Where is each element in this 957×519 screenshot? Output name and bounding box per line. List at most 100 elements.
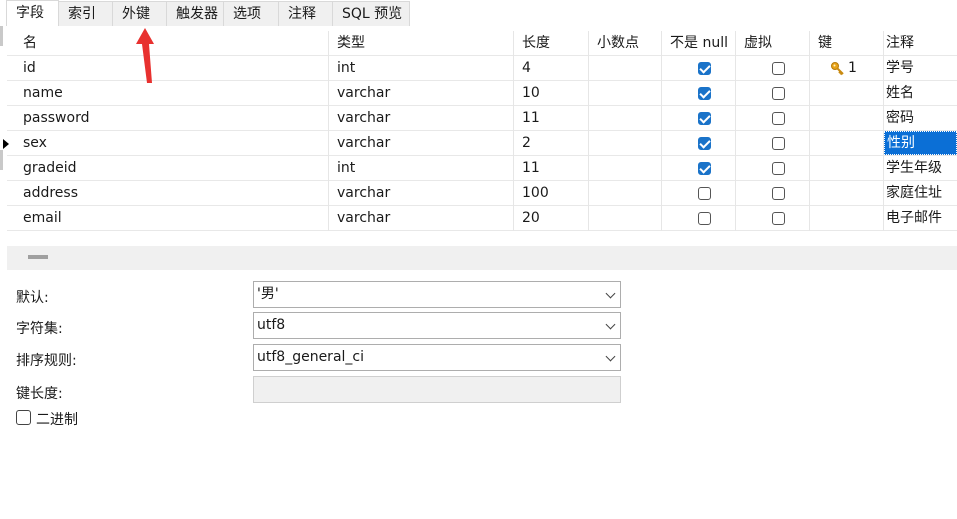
- key-cell[interactable]: [810, 131, 884, 156]
- header-name[interactable]: 名: [15, 31, 329, 56]
- field-comment-cell[interactable]: 姓名: [884, 81, 957, 106]
- header-virtual[interactable]: 虚拟: [736, 31, 810, 56]
- field-length-cell[interactable]: 11: [514, 156, 589, 181]
- key-cell[interactable]: [810, 181, 884, 206]
- field-length-cell[interactable]: 10: [514, 81, 589, 106]
- not-null-cell: [662, 181, 736, 206]
- tab-triggers[interactable]: 触发器: [167, 1, 224, 26]
- field-length-cell[interactable]: 11: [514, 106, 589, 131]
- tab-sql-preview[interactable]: SQL 预览: [333, 1, 410, 26]
- field-decimal-cell[interactable]: [589, 181, 662, 206]
- field-length-cell[interactable]: 100: [514, 181, 589, 206]
- field-type-cell[interactable]: varchar: [329, 206, 514, 231]
- not-null-checkbox[interactable]: [698, 187, 711, 200]
- field-decimal-cell[interactable]: [589, 81, 662, 106]
- field-decimal-cell[interactable]: [589, 131, 662, 156]
- field-type-cell[interactable]: varchar: [329, 181, 514, 206]
- field-name-cell[interactable]: gradeid: [15, 156, 329, 181]
- virtual-checkbox[interactable]: [772, 162, 785, 175]
- default-label: 默认:: [16, 290, 49, 306]
- default-value: '男': [257, 286, 279, 302]
- field-comment-cell[interactable]: 学号: [884, 56, 957, 81]
- key-cell[interactable]: [810, 206, 884, 231]
- virtual-cell: [736, 181, 810, 206]
- not-null-checkbox[interactable]: [698, 212, 711, 225]
- field-name-cell[interactable]: address: [15, 181, 329, 206]
- tab-indexes[interactable]: 索引: [59, 1, 113, 26]
- table-row[interactable]: email varchar 20 电子邮件: [7, 206, 957, 231]
- not-null-checkbox[interactable]: [698, 112, 711, 125]
- not-null-cell: [662, 206, 736, 231]
- field-length-cell[interactable]: 4: [514, 56, 589, 81]
- field-type-cell[interactable]: int: [329, 56, 514, 81]
- header-type[interactable]: 类型: [329, 31, 514, 56]
- charset-combo[interactable]: utf8: [253, 312, 621, 339]
- field-comment-cell[interactable]: 电子邮件: [884, 206, 957, 231]
- header-not-null[interactable]: 不是 null: [662, 31, 736, 56]
- field-type-cell[interactable]: varchar: [329, 81, 514, 106]
- field-comment-cell[interactable]: 家庭住址: [884, 181, 957, 206]
- field-type-cell[interactable]: int: [329, 156, 514, 181]
- field-comment-cell[interactable]: 学生年级: [884, 156, 957, 181]
- field-type-cell[interactable]: varchar: [329, 106, 514, 131]
- field-length-cell[interactable]: 2: [514, 131, 589, 156]
- key-cell[interactable]: [810, 156, 884, 181]
- not-null-checkbox[interactable]: [698, 137, 711, 150]
- virtual-checkbox[interactable]: [772, 212, 785, 225]
- binary-checkbox[interactable]: [16, 410, 31, 425]
- table-row[interactable]: address varchar 100 家庭住址: [7, 181, 957, 206]
- binary-label[interactable]: 二进制: [36, 409, 78, 429]
- field-type-cell[interactable]: varchar: [329, 131, 514, 156]
- header-decimal[interactable]: 小数点: [589, 31, 662, 56]
- field-name-cell[interactable]: id: [15, 56, 329, 81]
- virtual-checkbox[interactable]: [772, 187, 785, 200]
- tab-comment[interactable]: 注释: [279, 1, 333, 26]
- virtual-cell: [736, 206, 810, 231]
- charset-label: 字符集:: [16, 321, 63, 337]
- table-row[interactable]: gradeid int 11 学生年级: [7, 156, 957, 181]
- table-row[interactable]: password varchar 11 密码: [7, 106, 957, 131]
- tab-foreign-keys[interactable]: 外键: [113, 1, 167, 26]
- virtual-checkbox[interactable]: [772, 87, 785, 100]
- virtual-checkbox[interactable]: [772, 112, 785, 125]
- tab-options[interactable]: 选项: [224, 1, 279, 26]
- virtual-cell: [736, 56, 810, 81]
- field-name-cell[interactable]: password: [15, 106, 329, 131]
- field-comment-cell[interactable]: 密码: [884, 106, 957, 131]
- field-name-cell[interactable]: email: [15, 206, 329, 231]
- virtual-checkbox[interactable]: [772, 62, 785, 75]
- collation-combo[interactable]: utf8_general_ci: [253, 344, 621, 371]
- field-decimal-cell[interactable]: [589, 56, 662, 81]
- not-null-cell: [662, 156, 736, 181]
- field-name-cell[interactable]: name: [15, 81, 329, 106]
- tab-fields[interactable]: 字段: [6, 0, 59, 26]
- field-decimal-cell[interactable]: [589, 106, 662, 131]
- header-key[interactable]: 键: [810, 31, 884, 56]
- key-length-field: [253, 376, 621, 403]
- header-length[interactable]: 长度: [514, 31, 589, 56]
- not-null-checkbox[interactable]: [698, 62, 711, 75]
- not-null-cell: [662, 56, 736, 81]
- field-decimal-cell[interactable]: [589, 156, 662, 181]
- collation-value: utf8_general_ci: [257, 349, 364, 365]
- header-comment[interactable]: 注释: [884, 31, 957, 56]
- field-decimal-cell[interactable]: [589, 206, 662, 231]
- field-length-cell[interactable]: 20: [514, 206, 589, 231]
- key-icon: [831, 62, 844, 76]
- default-combo[interactable]: '男': [253, 281, 621, 308]
- table-row-current[interactable]: sex varchar 2 性别: [3, 131, 957, 156]
- key-cell[interactable]: 1: [810, 56, 884, 81]
- virtual-checkbox[interactable]: [772, 137, 785, 150]
- not-null-checkbox[interactable]: [698, 162, 711, 175]
- grid-empty-area: [7, 232, 957, 246]
- tab-bar: 字段 索引 外键 触发器 选项 注释 SQL 预览: [0, 0, 957, 26]
- not-null-checkbox[interactable]: [698, 87, 711, 100]
- panel-splitter[interactable]: [7, 246, 957, 270]
- key-cell[interactable]: [810, 106, 884, 131]
- field-name-cell[interactable]: sex: [15, 131, 329, 156]
- field-comment-cell-selected[interactable]: 性别: [884, 131, 957, 155]
- left-splitter: [0, 26, 3, 46]
- chevron-down-icon: [605, 319, 616, 330]
- key-cell[interactable]: [810, 81, 884, 106]
- key-length-label: 键长度:: [16, 386, 63, 402]
